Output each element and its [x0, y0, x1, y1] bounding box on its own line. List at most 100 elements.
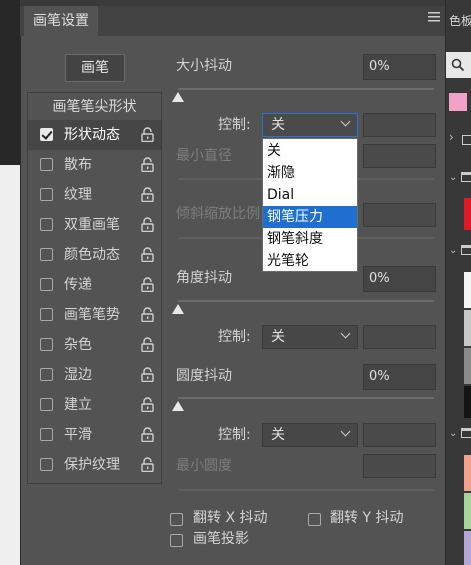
list-item[interactable]: 颜色动态	[28, 240, 161, 270]
min-roundness-slider	[178, 489, 434, 491]
angle-jitter-slider-thumb[interactable]	[172, 304, 184, 314]
angle-jitter-slider[interactable]	[178, 300, 434, 302]
size-control-select[interactable]: 关	[262, 113, 358, 137]
swatch-light-gray[interactable]	[464, 310, 471, 346]
min-diameter-input	[363, 144, 436, 168]
lock-icon[interactable]	[141, 247, 154, 263]
lock-icon[interactable]	[141, 367, 154, 383]
size-jitter-slider-thumb[interactable]	[172, 92, 184, 102]
swatch-gray[interactable]	[464, 348, 471, 384]
list-item-label: 平滑	[64, 427, 92, 443]
swatch-salmon[interactable]	[464, 455, 471, 491]
chevron-down-icon[interactable]: ⌄	[449, 428, 459, 440]
angle-control-field	[363, 325, 436, 349]
option-checkbox[interactable]	[40, 458, 53, 471]
option-checkbox[interactable]	[40, 428, 53, 441]
list-item[interactable]: 湿边	[28, 360, 161, 390]
option-checkbox[interactable]	[40, 248, 53, 261]
lock-icon[interactable]	[141, 337, 154, 353]
panel-tab-brush-settings[interactable]: 画笔设置	[24, 6, 98, 36]
list-item[interactable]: 画笔笔势	[28, 300, 161, 330]
roundness-control-select[interactable]: 关	[262, 423, 358, 447]
roundness-jitter-input[interactable]: 0%	[363, 364, 436, 390]
roundness-jitter-slider[interactable]	[178, 397, 434, 399]
right-panel-strip: 色板 › ⌄ ⌄ ⌄	[445, 0, 471, 565]
control-dropdown-menu: 关渐隐 Dial 钢笔压力 钢笔斜度 光笔轮	[262, 138, 358, 272]
list-item-label: 颜色动态	[64, 247, 120, 263]
swatch-lavender[interactable]	[464, 531, 471, 565]
dropdown-option[interactable]: 钢笔压力	[263, 206, 357, 228]
flip-x-label: 翻转 X 抖动	[193, 510, 268, 526]
list-item[interactable]: 建立	[28, 390, 161, 420]
swatch-black[interactable]	[464, 386, 471, 418]
list-item[interactable]: 保护纹理	[28, 450, 161, 480]
swatch-red[interactable]	[464, 198, 471, 230]
option-checkbox[interactable]	[40, 158, 53, 171]
control-label-2: 控制:	[218, 329, 251, 345]
option-checkbox[interactable]	[40, 128, 53, 141]
folder-icon	[461, 245, 471, 255]
folder-icon	[462, 135, 471, 145]
size-jitter-input[interactable]: 0%	[363, 54, 436, 80]
option-checkbox[interactable]	[40, 338, 53, 351]
list-item[interactable]: 传递	[28, 270, 161, 300]
lock-icon[interactable]	[141, 187, 154, 203]
option-checkbox[interactable]	[40, 398, 53, 411]
lock-icon[interactable]	[141, 307, 154, 323]
tilt-scale-label: 倾斜缩放比例	[176, 206, 260, 222]
lock-icon[interactable]	[141, 457, 154, 473]
chevron-right-icon[interactable]: ›	[449, 130, 463, 146]
swatches-tab-label[interactable]: 色板	[449, 12, 471, 30]
roundness-control-field	[363, 423, 436, 447]
list-item[interactable]: 纹理	[28, 180, 161, 210]
lock-icon[interactable]	[141, 277, 154, 293]
list-item-label: 杂色	[64, 337, 92, 353]
option-checkbox[interactable]	[40, 368, 53, 381]
option-checkbox[interactable]	[40, 188, 53, 201]
list-item[interactable]: 平滑	[28, 420, 161, 450]
swatch-white[interactable]	[464, 272, 471, 308]
dropdown-option[interactable]: 渐隐	[263, 162, 357, 184]
size-jitter-slider[interactable]	[178, 88, 434, 90]
option-checkbox[interactable]	[40, 218, 53, 231]
brush-tip-shape-item[interactable]: 画笔笔尖形状	[28, 95, 161, 119]
panel-menu-icon[interactable]	[428, 11, 442, 25]
min-diameter-label: 最小直径	[176, 148, 232, 164]
dropdown-option[interactable]: Dial	[263, 184, 357, 206]
option-checkbox[interactable]	[40, 278, 53, 291]
roundness-jitter-slider-thumb[interactable]	[172, 401, 184, 411]
search-icon	[451, 58, 465, 72]
list-item[interactable]: 杂色	[28, 330, 161, 360]
list-item-label: 形状动态	[64, 127, 120, 143]
list-item-label: 画笔笔势	[64, 307, 120, 323]
option-checkbox[interactable]	[40, 308, 53, 321]
list-item[interactable]: 双重画笔	[28, 210, 161, 240]
angle-control-select[interactable]: 关	[262, 325, 358, 349]
brush-projection-checkbox[interactable]	[170, 534, 183, 547]
lock-icon[interactable]	[141, 157, 154, 173]
brush-presets-button[interactable]: 画笔	[65, 54, 125, 82]
flip-x-checkbox[interactable]	[170, 513, 183, 526]
folder-icon	[461, 172, 471, 182]
chevron-down-icon[interactable]: ⌄	[449, 245, 459, 257]
swatch-pink[interactable]	[449, 93, 467, 111]
chevron-down-icon	[340, 328, 351, 339]
lock-icon[interactable]	[141, 217, 154, 233]
dropdown-option[interactable]: 钢笔斜度	[263, 228, 357, 250]
right-search-box[interactable]	[446, 52, 471, 78]
list-item[interactable]: 散布	[28, 150, 161, 180]
dropdown-option[interactable]: 光笔轮	[263, 250, 357, 272]
angle-control-select-value: 关	[271, 329, 285, 345]
chevron-down-icon[interactable]: ⌄	[449, 172, 459, 184]
swatch-light-green[interactable]	[464, 493, 471, 529]
lock-icon[interactable]	[141, 397, 154, 413]
lock-icon[interactable]	[141, 127, 154, 143]
lock-icon[interactable]	[141, 427, 154, 443]
list-item-label: 湿边	[64, 367, 92, 383]
dropdown-option[interactable]: 关	[263, 140, 357, 162]
angle-jitter-input[interactable]: 0%	[363, 266, 436, 292]
flip-y-checkbox[interactable]	[308, 513, 321, 526]
list-item[interactable]: 形状动态	[28, 120, 161, 150]
brush-projection-label: 画笔投影	[193, 531, 249, 547]
roundness-jitter-label: 圆度抖动	[176, 368, 232, 384]
